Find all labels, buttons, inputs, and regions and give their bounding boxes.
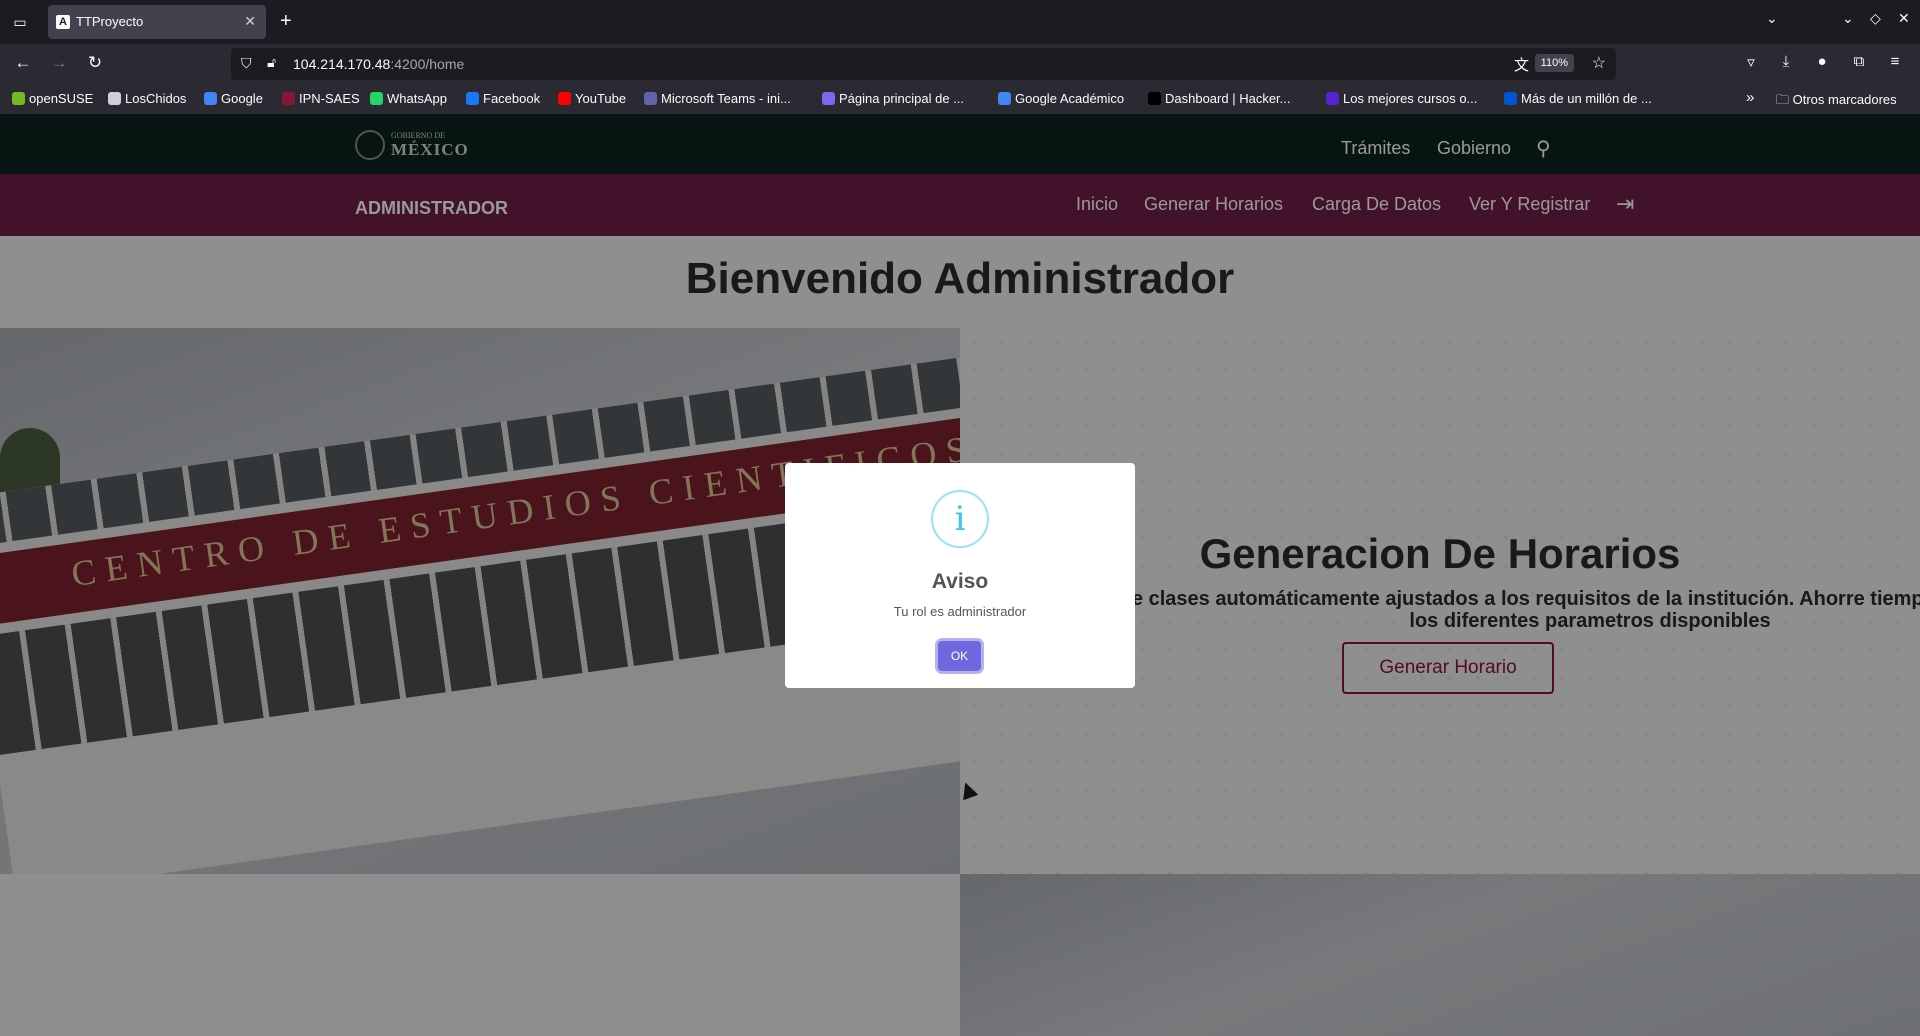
bookmark-favicon-icon — [644, 92, 657, 105]
bookmark-label: Microsoft Teams - ini... — [661, 91, 791, 106]
translate-icon[interactable]: 文 — [1514, 54, 1529, 75]
bookmark-label: openSUSE — [29, 91, 94, 106]
bookmark-item[interactable]: Google — [204, 91, 263, 106]
active-tab[interactable]: A TTProyecto ✕ — [48, 5, 266, 39]
bookmark-item[interactable]: IPN-SAES — [282, 91, 360, 106]
url-path: :4200/home — [390, 56, 465, 72]
bookmark-label: Google — [221, 91, 263, 106]
forward-icon[interactable]: → — [48, 53, 70, 73]
menu-icon[interactable]: ≡ — [1884, 53, 1906, 70]
bookmark-favicon-icon — [1504, 92, 1517, 105]
bookmark-favicon-icon — [282, 92, 295, 105]
extensions-icon[interactable]: ⧉ — [1848, 53, 1870, 70]
bookmark-favicon-icon — [558, 92, 571, 105]
web-page: GOBIERNO DE MÉXICO Trámites Gobierno ⚲ A… — [0, 114, 1920, 1036]
ok-button[interactable]: OK — [938, 641, 981, 671]
bookmark-item[interactable]: LosChidos — [108, 91, 186, 106]
navigation-toolbar: ← → ↻ ⛉ 🔓︎ 104.214.170.48:4200/home 文 11… — [0, 44, 1920, 84]
bookmark-favicon-icon — [108, 92, 121, 105]
back-icon[interactable]: ← — [12, 53, 34, 73]
tab-title: TTProyecto — [76, 14, 144, 29]
folder-icon: 🗀︎ — [1776, 92, 1793, 107]
bookmark-item[interactable]: Dashboard | Hacker... — [1148, 91, 1291, 106]
bookmark-favicon-icon — [466, 92, 479, 105]
bookmark-item[interactable]: Facebook — [466, 91, 540, 106]
bookmark-item[interactable]: Microsoft Teams - ini... — [644, 91, 791, 106]
alert-dialog: i Aviso Tu rol es administrador OK — [785, 463, 1135, 688]
bookmark-label: Google Académico — [1015, 91, 1125, 106]
bookmark-favicon-icon — [204, 92, 217, 105]
bookmark-label: Los mejores cursos o... — [1343, 91, 1478, 106]
shield-icon[interactable]: ⛉ — [241, 55, 252, 72]
tab-bar: ▭ A TTProyecto ✕ + ⌄ ⌄ ◇ ✕ — [0, 0, 1920, 44]
other-bookmarks-folder[interactable]: 🗀︎ Otros marcadores — [1776, 91, 1897, 113]
dialog-message: Tu rol es administrador — [893, 604, 1027, 619]
bookmarks-toolbar: openSUSE LosChidos Google IPN-SAES Whats… — [0, 84, 1920, 114]
bookmark-label: LosChidos — [125, 91, 187, 106]
bookmark-favicon-icon — [370, 92, 383, 105]
bookmark-label: Facebook — [483, 91, 541, 106]
bookmark-favicon-icon — [1148, 92, 1161, 105]
url-bar[interactable]: ⛉ 🔓︎ 104.214.170.48:4200/home 文 110% ☆ — [231, 48, 1616, 80]
zoom-level-button[interactable]: 110% — [1534, 54, 1574, 72]
new-tab-icon[interactable]: + — [280, 10, 292, 33]
bookmark-favicon-icon — [12, 92, 25, 105]
bookmark-favicon-icon — [1326, 92, 1339, 105]
bookmark-item[interactable]: WhatsApp — [370, 91, 447, 106]
bookmark-label: WhatsApp — [387, 91, 447, 106]
downloads-icon[interactable]: ⤓ — [1775, 53, 1797, 70]
tab-list-icon[interactable]: ▭ — [10, 12, 30, 32]
info-icon: i — [931, 490, 989, 548]
bookmark-item[interactable]: Página principal de ... — [822, 91, 964, 106]
other-bookmarks-label: Otros marcadores — [1792, 92, 1897, 107]
pocket-icon[interactable]: ▿ — [1740, 53, 1762, 71]
bookmark-item[interactable]: YouTube — [558, 91, 626, 106]
bookmark-label: Página principal de ... — [839, 91, 965, 106]
dialog-title: Aviso — [931, 570, 989, 593]
bookmark-favicon-icon — [822, 92, 835, 105]
bookmark-favicon-icon — [998, 92, 1011, 105]
more-bookmarks-icon[interactable]: » — [1746, 89, 1754, 106]
bookmark-item[interactable]: Los mejores cursos o... — [1326, 91, 1477, 106]
bookmark-label: YouTube — [575, 91, 627, 106]
bookmark-item[interactable]: Google Académico — [998, 91, 1124, 106]
minimize-icon[interactable]: ⌄ — [1842, 10, 1854, 27]
reload-icon[interactable]: ↻ — [84, 53, 106, 73]
list-all-tabs-icon[interactable]: ⌄ — [1766, 10, 1778, 27]
bookmark-item[interactable]: Más de un millón de ... — [1504, 91, 1652, 106]
bookmark-item[interactable]: openSUSE — [12, 91, 93, 106]
bookmark-label: Dashboard | Hacker... — [1165, 91, 1291, 106]
bookmark-label: IPN-SAES — [299, 91, 360, 106]
close-tab-icon[interactable]: ✕ — [244, 13, 256, 30]
insecure-lock-icon[interactable]: 🔓︎ — [267, 54, 276, 71]
bookmark-star-icon[interactable]: ☆ — [1592, 53, 1606, 73]
maximize-icon[interactable]: ◇ — [1870, 10, 1881, 27]
tab-favicon-icon: A — [56, 15, 70, 29]
close-window-icon[interactable]: ✕ — [1898, 10, 1910, 27]
url-host: 104.214.170.48 — [293, 56, 391, 72]
bookmark-label: Más de un millón de ... — [1521, 91, 1652, 106]
account-icon[interactable]: ● — [1811, 53, 1833, 70]
url-text[interactable]: 104.214.170.48:4200/home — [293, 56, 464, 72]
